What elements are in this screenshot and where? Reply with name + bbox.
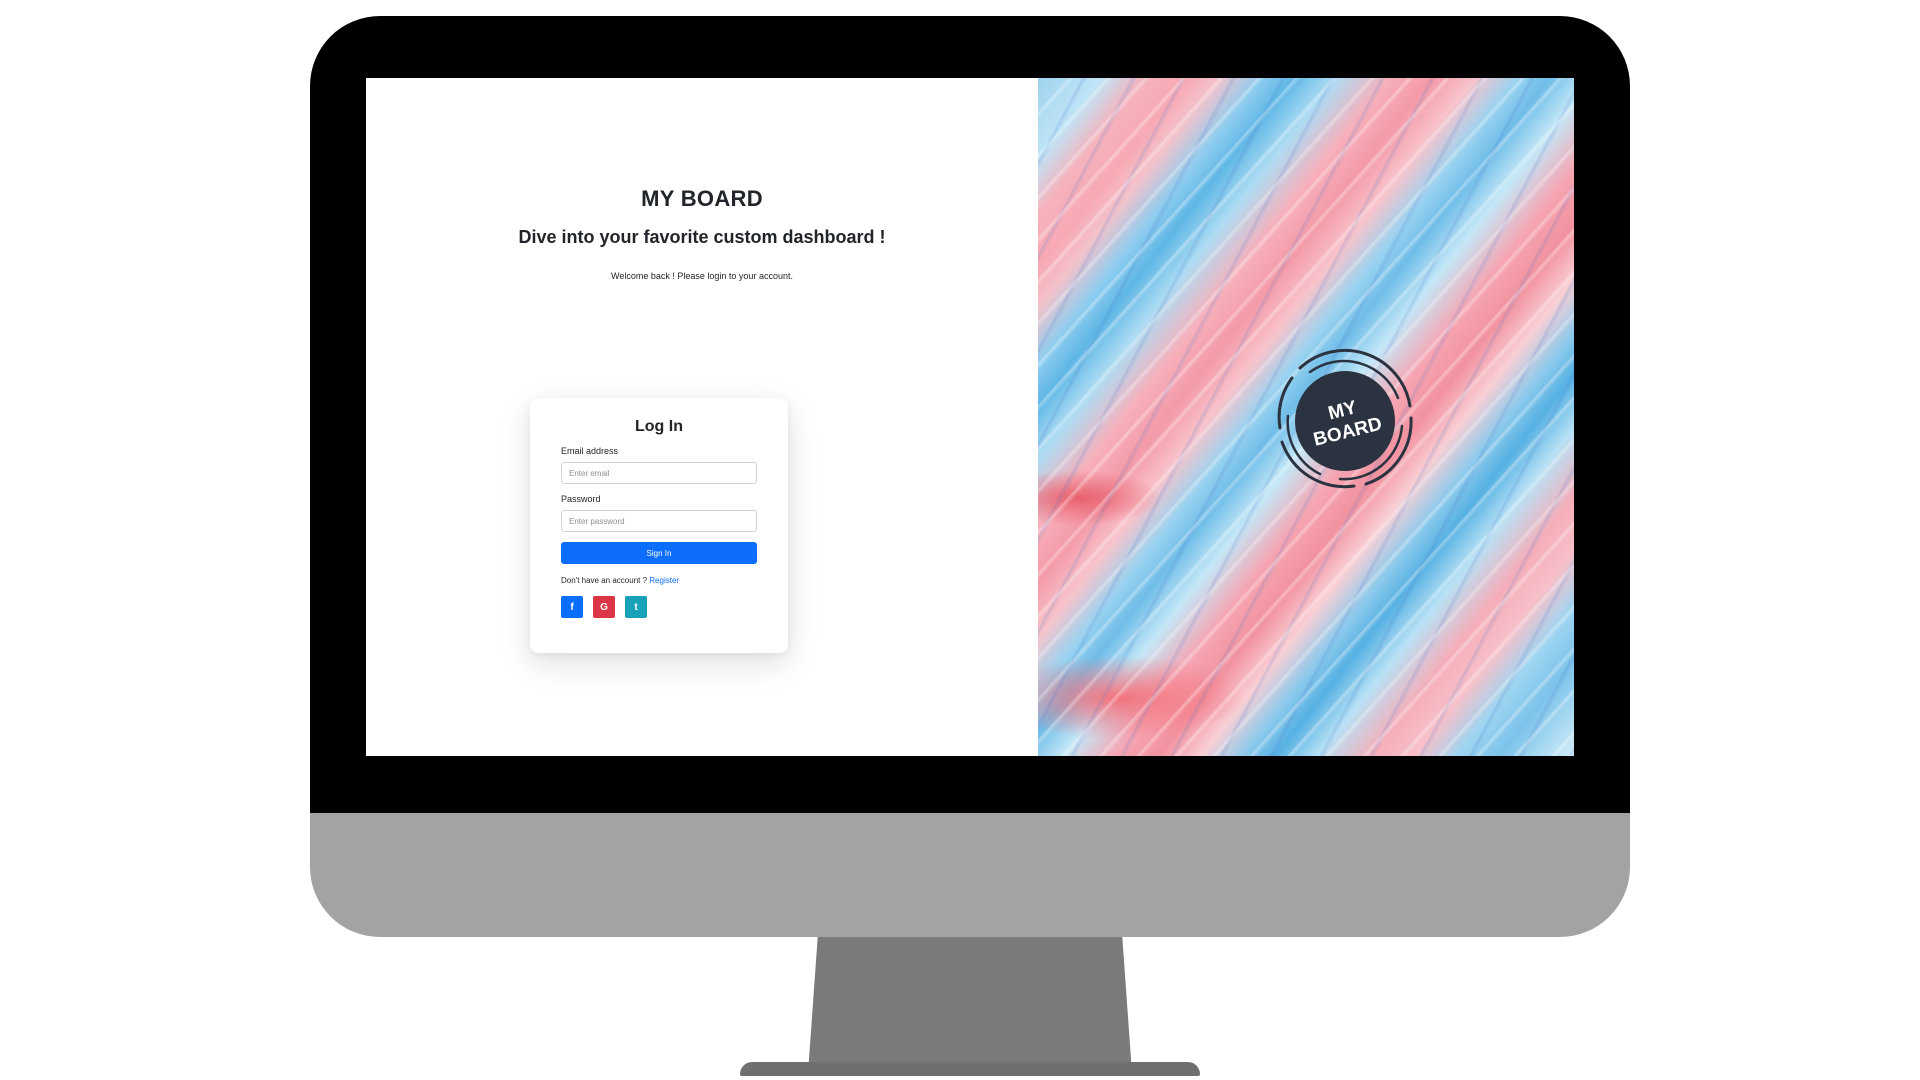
- monitor-base: [740, 1062, 1200, 1076]
- twitter-icon: t: [634, 601, 638, 613]
- monitor-chin: [310, 813, 1630, 937]
- register-link[interactable]: Register: [649, 576, 679, 585]
- twitter-login-button[interactable]: t: [625, 596, 647, 618]
- facebook-icon: f: [570, 601, 574, 613]
- login-card: Log In Email address Password Sign In Do…: [530, 398, 788, 653]
- google-icon: G: [600, 601, 608, 613]
- google-login-button[interactable]: G: [593, 596, 615, 618]
- brand-title: MY BOARD: [641, 186, 763, 211]
- login-title: Log In: [635, 418, 683, 435]
- social-login-row: f G t: [561, 596, 757, 618]
- register-prompt: Don't have an account ? Register: [561, 576, 757, 588]
- marble-artwork-pane: MY BOARD: [1038, 78, 1574, 756]
- email-label: Email address: [561, 446, 619, 456]
- password-field[interactable]: [561, 510, 757, 532]
- my-board-logo: MY BOARD: [1277, 348, 1413, 489]
- login-pane: MY BOARD Dive into your favorite custom …: [366, 78, 1038, 756]
- monitor-screen: MY BOARD Dive into your favorite custom …: [366, 78, 1574, 756]
- sign-in-button[interactable]: Sign In: [561, 542, 757, 564]
- tagline: Dive into your favorite custom dashboard…: [518, 227, 886, 247]
- facebook-login-button[interactable]: f: [561, 596, 583, 618]
- no-account-text: Don't have an account ?: [561, 576, 650, 585]
- email-field[interactable]: [561, 462, 757, 484]
- password-label: Password: [561, 494, 601, 504]
- welcome-message: Welcome back ! Please login to your acco…: [611, 271, 793, 281]
- monitor-stand: [808, 937, 1132, 1073]
